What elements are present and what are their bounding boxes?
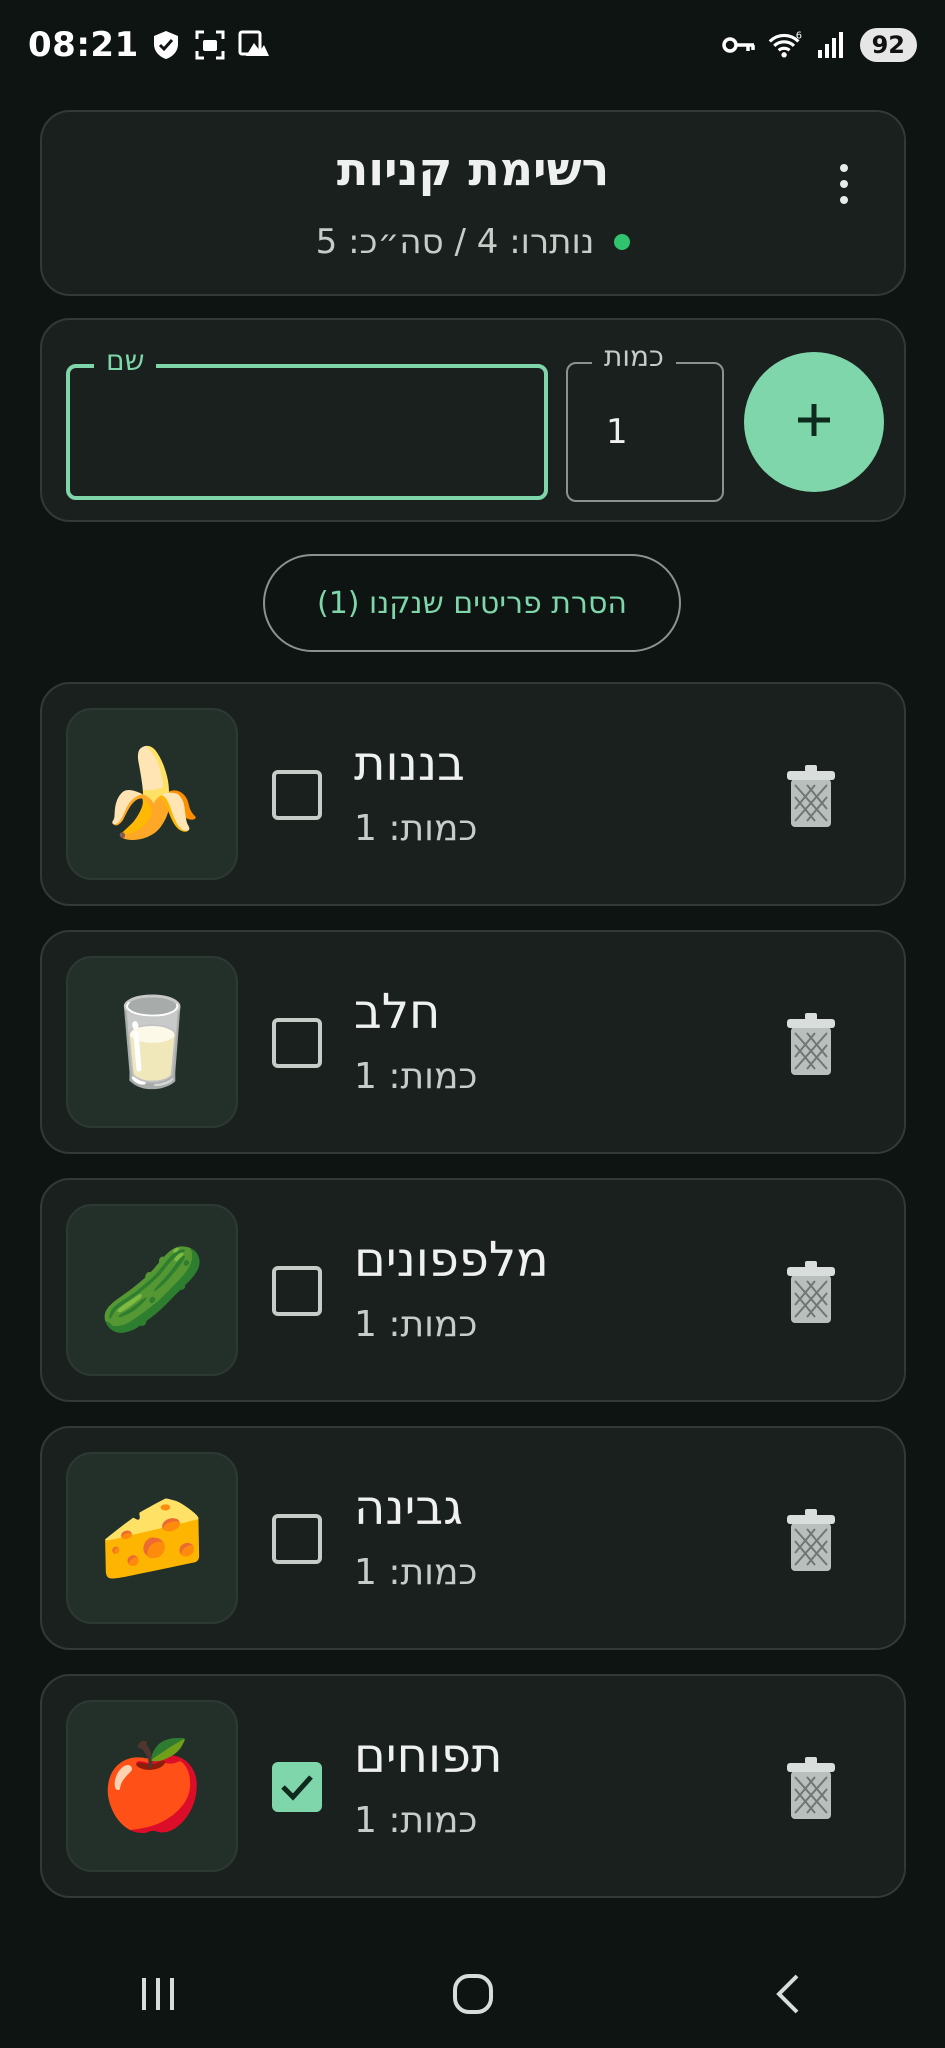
add-item-card: שם כמות 1 [40, 318, 906, 522]
status-time: 08:21 [28, 25, 139, 65]
purchased-checkbox[interactable] [272, 1018, 322, 1068]
header-card: רשימת קניות נותרו: 4 / סה״כ: 5 [40, 110, 906, 296]
item-name: תפוחים [354, 1728, 503, 1784]
purchased-checkbox[interactable] [272, 1514, 322, 1564]
signal-icon [814, 28, 848, 62]
summary-line: נותרו: 4 / סה״כ: 5 [42, 222, 904, 262]
key-icon [721, 28, 756, 62]
list-item[interactable]: 🧀 גבינה כמות: 1 [40, 1426, 906, 1650]
remaining-summary: נותרו: 4 / סה״כ: 5 [315, 222, 595, 262]
item-image: 🥒 [66, 1204, 238, 1376]
list-item[interactable]: 🥛 חלב כמות: 1 [40, 930, 906, 1154]
purchased-checkbox[interactable] [272, 770, 322, 820]
name-field-label: שם [94, 344, 157, 377]
list-item[interactable]: 🍎 תפוחים כמות: 1 [40, 1674, 906, 1898]
trash-icon[interactable] [776, 760, 846, 834]
purchased-checkbox[interactable] [272, 1266, 322, 1316]
add-item-button[interactable] [744, 352, 884, 492]
item-image: 🧀 [66, 1452, 238, 1624]
plus-icon [794, 400, 834, 444]
trash-icon[interactable] [776, 1752, 846, 1826]
quantity-value: 1 [606, 412, 628, 452]
item-image: 🍎 [66, 1700, 238, 1872]
page-title: רשימת קניות [336, 142, 610, 196]
battery-indicator: 92 [859, 28, 917, 62]
screenshot-icon [193, 28, 227, 62]
item-quantity: כמות: 1 [354, 1056, 478, 1097]
trash-icon[interactable] [776, 1008, 846, 1082]
item-name: מלפפונים [354, 1232, 549, 1288]
status-bar: 08:21 6 92 [0, 0, 945, 90]
item-emoji: 🧀 [98, 1488, 206, 1588]
navigation-bar [0, 1940, 945, 2048]
item-quantity: כמות: 1 [354, 808, 478, 849]
quantity-field[interactable]: כמות 1 [566, 340, 724, 502]
status-left: 08:21 [28, 25, 271, 65]
recents-icon[interactable] [118, 1954, 198, 2034]
item-emoji: 🍌 [98, 744, 206, 844]
home-icon[interactable] [433, 1954, 513, 2034]
item-image: 🥛 [66, 956, 238, 1128]
gallery-icon [237, 28, 271, 62]
trash-icon[interactable] [776, 1256, 846, 1330]
quantity-field-label: כמות [592, 340, 676, 373]
status-right: 6 92 [721, 28, 917, 62]
shield-icon [149, 28, 183, 62]
purchased-checkbox[interactable] [272, 1762, 322, 1812]
trash-icon[interactable] [776, 1504, 846, 1578]
remove-purchased-button[interactable]: הסרת פריטים שנקנו (1) [263, 554, 681, 652]
item-quantity: כמות: 1 [354, 1304, 478, 1345]
item-quantity: כמות: 1 [354, 1800, 478, 1841]
item-emoji: 🥒 [98, 1240, 206, 1340]
name-field[interactable]: שם [66, 344, 548, 500]
status-dot [614, 234, 631, 250]
item-name: גבינה [354, 1480, 463, 1536]
item-name: בננות [354, 736, 465, 792]
back-icon[interactable] [748, 1954, 828, 2034]
item-name: חלב [354, 984, 441, 1040]
list-item[interactable]: 🍌 בננות כמות: 1 [40, 682, 906, 906]
wifi-icon: 6 [768, 28, 802, 62]
svg-text:6: 6 [795, 31, 801, 42]
item-emoji: 🥛 [98, 992, 206, 1092]
item-quantity: כמות: 1 [354, 1552, 478, 1593]
more-vert-icon[interactable] [826, 154, 862, 214]
item-image: 🍌 [66, 708, 238, 880]
item-emoji: 🍎 [98, 1736, 206, 1836]
list-item[interactable]: 🥒 מלפפונים כמות: 1 [40, 1178, 906, 1402]
